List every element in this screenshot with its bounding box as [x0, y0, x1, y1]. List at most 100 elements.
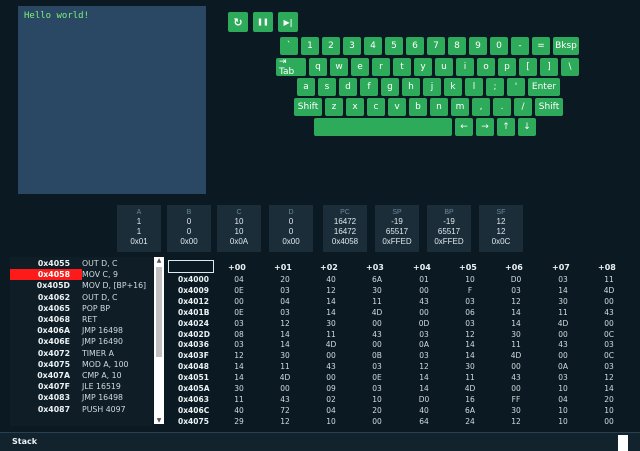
key[interactable]: /: [514, 98, 532, 116]
key[interactable]: Shift: [294, 98, 322, 116]
memory-cell: 40: [234, 405, 244, 415]
code-row[interactable]: 0x4075 MOD A, 100: [10, 359, 153, 370]
code-row[interactable]: 0x4062 OUT D, C: [10, 292, 153, 303]
key[interactable]: ⇥ Tab: [276, 57, 306, 77]
key[interactable]: u: [435, 58, 453, 76]
pause-button[interactable]: ❚❚: [253, 12, 273, 32]
key[interactable]: \: [561, 58, 579, 76]
key[interactable]: Shift: [535, 98, 563, 116]
key[interactable]: 6: [406, 37, 424, 55]
register-value: 0xFFED: [434, 237, 464, 246]
key[interactable]: b: [409, 98, 427, 116]
key[interactable]: Enter: [528, 78, 560, 96]
memory-cell: 14: [511, 307, 521, 317]
step-icon: ▶|: [283, 17, 293, 27]
memory-cell: 03: [558, 373, 568, 383]
key[interactable]: →: [476, 118, 494, 136]
key[interactable]: j: [423, 78, 441, 96]
key[interactable]: k: [444, 78, 462, 96]
key[interactable]: e: [351, 58, 369, 76]
code-scrollbar[interactable]: ▲ ▼: [154, 257, 164, 424]
memory-cell: 00: [558, 329, 568, 339]
key[interactable]: x: [346, 98, 364, 116]
code-row[interactable]: 0x405D MOV D, [BP+16]: [10, 280, 153, 291]
code-row[interactable]: 0x406A JMP 16498: [10, 325, 153, 336]
code-instruction: JMP 16490: [82, 337, 124, 347]
key[interactable]: p: [498, 58, 516, 76]
key[interactable]: n: [430, 98, 448, 116]
key[interactable]: v: [388, 98, 406, 116]
key[interactable]: 0: [490, 37, 508, 55]
memory-row-address: 0x406C: [178, 405, 210, 415]
memory-cell: 4D: [279, 373, 291, 383]
key[interactable]: i: [456, 58, 474, 76]
key[interactable]: s: [318, 78, 336, 96]
memory-cell: 43: [280, 394, 290, 404]
key[interactable]: 2: [322, 37, 340, 55]
scroll-thumb[interactable]: [156, 267, 162, 357]
register-d: D 0 0 0x00: [269, 205, 313, 252]
key[interactable]: c: [367, 98, 385, 116]
key[interactable]: g: [381, 78, 399, 96]
key[interactable]: ←: [455, 118, 473, 136]
memory-address-input[interactable]: [168, 260, 214, 273]
keyboard-row-1: ` 1 2 3 4 5 6 7 8 9 0- = Bksp: [280, 37, 579, 55]
code-row[interactable]: 0x4083 JMP 16498: [10, 392, 153, 403]
key[interactable]: d: [339, 78, 357, 96]
key[interactable]: h: [402, 78, 420, 96]
memory-row: 0x401B 0E 03 14 4D 00 06 14 11 43: [168, 308, 638, 319]
memory-cell: 03: [419, 351, 429, 361]
code-row[interactable]: 0x4068 RET: [10, 314, 153, 325]
memory-row-address: 0x4063: [178, 394, 209, 404]
key[interactable]: Bksp: [553, 37, 579, 55]
key[interactable]: 1: [301, 37, 319, 55]
key[interactable]: f: [360, 78, 378, 96]
step-button[interactable]: ▶|: [278, 12, 298, 32]
key[interactable]: `: [280, 37, 298, 55]
code-row[interactable]: 0x407A CMP A, 10: [10, 370, 153, 381]
key[interactable]: l: [465, 78, 483, 96]
key[interactable]: q: [309, 58, 327, 76]
memory-row: 0x4000 04 20 40 6A 01 10 D0 03 11: [168, 275, 638, 286]
code-row[interactable]: 0x4065 POP BP: [10, 303, 153, 314]
reset-button[interactable]: ↻: [228, 12, 248, 32]
scroll-up-icon[interactable]: ▲: [154, 257, 164, 264]
key[interactable]: ;: [486, 78, 504, 96]
code-row[interactable]: 0x407F JLE 16519: [10, 381, 153, 392]
key[interactable]: o: [477, 58, 495, 76]
code-row-active[interactable]: 0x4058 MOV C, 9: [10, 269, 153, 281]
key-space[interactable]: [314, 118, 452, 136]
stack-scrollbar[interactable]: [618, 435, 628, 451]
key[interactable]: 9: [469, 37, 487, 55]
key[interactable]: .: [493, 98, 511, 116]
key[interactable]: 4: [364, 37, 382, 55]
key[interactable]: ↑: [497, 118, 515, 136]
key[interactable]: 8: [448, 37, 466, 55]
key[interactable]: ]: [540, 58, 558, 76]
code-listing[interactable]: 0x4055 OUT D, C 0x4058 MOV C, 9 0x405D MOV D,…: [10, 257, 153, 426]
key[interactable]: ↓: [518, 118, 536, 136]
key[interactable]: w: [330, 58, 348, 76]
key[interactable]: 5: [385, 37, 403, 55]
key[interactable]: ,: [472, 98, 490, 116]
key[interactable]: =: [532, 37, 550, 55]
code-row[interactable]: 0x4087 PUSH 4097: [10, 403, 153, 414]
code-row[interactable]: 0x406E JMP 16490: [10, 336, 153, 347]
key[interactable]: -: [511, 37, 529, 55]
key[interactable]: 3: [343, 37, 361, 55]
key[interactable]: 7: [427, 37, 445, 55]
key[interactable]: t: [393, 58, 411, 76]
memory-cell: 06: [465, 307, 475, 317]
key[interactable]: m: [451, 98, 469, 116]
key[interactable]: y: [414, 58, 432, 76]
key[interactable]: [: [519, 58, 537, 76]
key[interactable]: z: [325, 98, 343, 116]
scroll-down-icon[interactable]: ▼: [154, 417, 164, 424]
memory-cell: 30: [326, 318, 336, 328]
code-row[interactable]: 0x4072 TIMER A: [10, 348, 153, 359]
code-row[interactable]: 0x4055 OUT D, C: [10, 258, 153, 269]
key[interactable]: ': [507, 78, 525, 96]
key[interactable]: a: [297, 78, 315, 96]
memory-cell: 30: [280, 351, 290, 361]
key[interactable]: r: [372, 58, 390, 76]
